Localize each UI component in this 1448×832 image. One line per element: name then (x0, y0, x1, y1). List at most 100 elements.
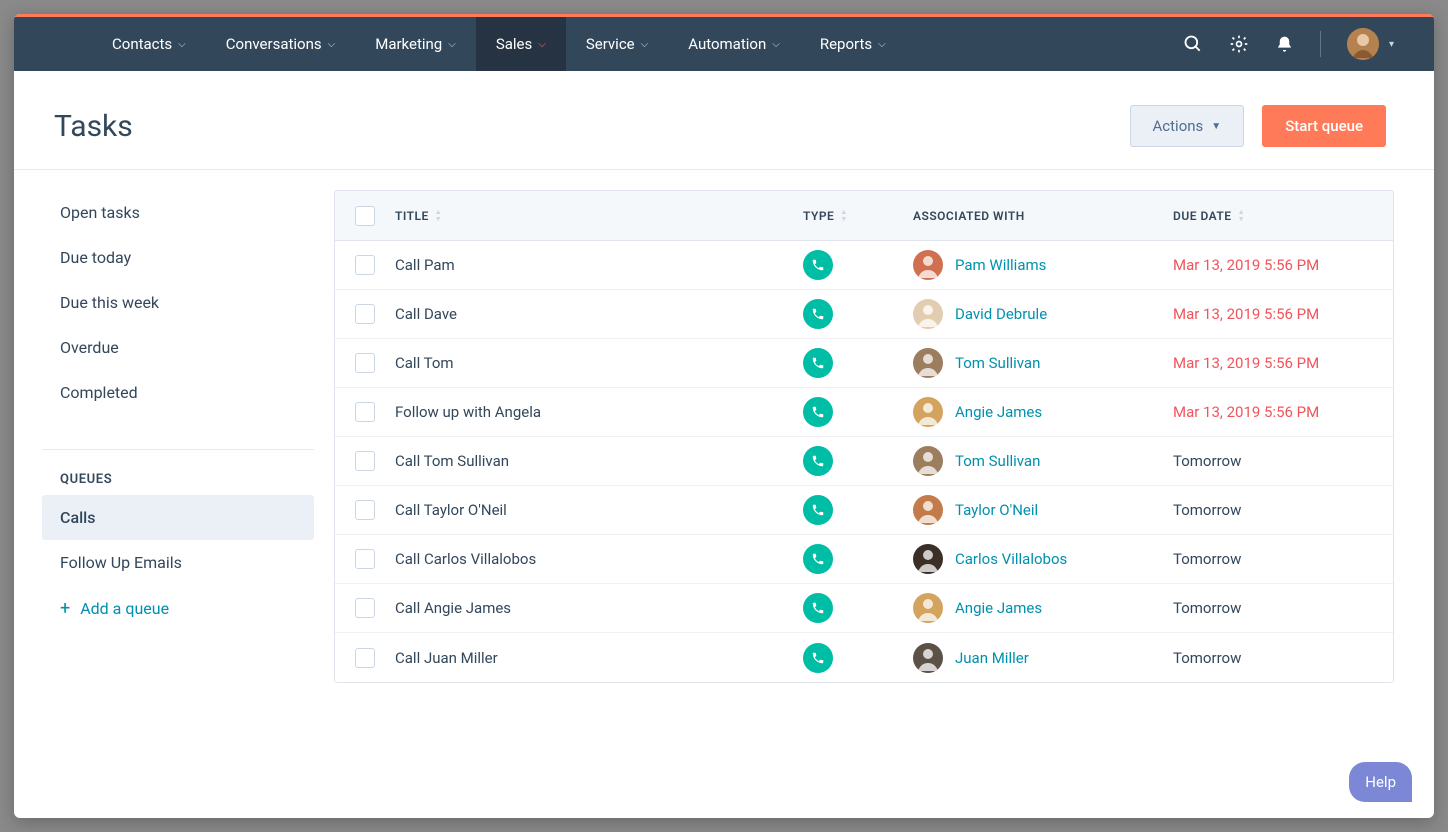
body: Open tasksDue todayDue this weekOverdueC… (14, 170, 1434, 683)
user-menu[interactable]: ▾ (1347, 28, 1394, 60)
caret-down-icon: ▼ (1211, 121, 1221, 132)
task-title[interactable]: Call Angie James (395, 599, 511, 617)
sidebar-queue[interactable]: Follow Up Emails (42, 540, 314, 585)
gear-icon[interactable] (1229, 34, 1249, 54)
chevron-down-icon: ⌵ (772, 39, 780, 50)
contact-link[interactable]: Tom Sullivan (955, 354, 1040, 372)
task-title[interactable]: Follow up with Angela (395, 403, 541, 421)
nav-item-reports[interactable]: Reports⌵ (800, 17, 906, 71)
start-queue-button[interactable]: Start queue (1262, 105, 1386, 147)
row-checkbox[interactable] (355, 402, 375, 422)
phone-icon (803, 593, 833, 623)
nav-label: Automation (688, 35, 766, 53)
table-row: Follow up with Angela Angie James Mar 13… (335, 388, 1393, 437)
phone-icon (803, 544, 833, 574)
table-row: Call Angie James Angie James Tomorrow (335, 584, 1393, 633)
task-title[interactable]: Call Taylor O'Neil (395, 501, 507, 519)
row-checkbox[interactable] (355, 500, 375, 520)
logo[interactable] (14, 32, 74, 56)
due-date: Mar 13, 2019 5:56 PM (1173, 403, 1319, 421)
contact-avatar (913, 397, 943, 427)
contact-avatar (913, 593, 943, 623)
table-head: TITLE ▲▼ TYPE ▲▼ ASSOCIATED WITH DUE DAT… (335, 191, 1393, 241)
row-checkbox[interactable] (355, 255, 375, 275)
due-date: Mar 13, 2019 5:56 PM (1173, 256, 1319, 274)
task-title[interactable]: Call Tom Sullivan (395, 452, 509, 470)
chevron-down-icon: ⌵ (641, 39, 649, 50)
phone-icon (803, 643, 833, 673)
phone-icon (803, 446, 833, 476)
nav-item-service[interactable]: Service⌵ (566, 17, 668, 71)
sidebar-filter[interactable]: Completed (42, 370, 314, 415)
nav-label: Conversations (226, 35, 322, 53)
bell-icon[interactable] (1275, 35, 1294, 54)
contact-link[interactable]: Tom Sullivan (955, 452, 1040, 470)
chevron-down-icon: ⌵ (178, 39, 186, 50)
help-button[interactable]: Help (1349, 762, 1412, 802)
contact-link[interactable]: Pam Williams (955, 256, 1046, 274)
due-date: Tomorrow (1173, 649, 1241, 667)
row-checkbox[interactable] (355, 549, 375, 569)
phone-icon (803, 299, 833, 329)
due-date: Tomorrow (1173, 452, 1241, 470)
nav-item-automation[interactable]: Automation ⌵ (668, 17, 800, 71)
contact-link[interactable]: Taylor O'Neil (955, 501, 1038, 519)
nav-item-conversations[interactable]: Conversations⌵ (206, 17, 355, 71)
task-title[interactable]: Call Juan Miller (395, 649, 498, 667)
table-row: Call Tom Sullivan Tom Sullivan Tomorrow (335, 437, 1393, 486)
sidebar-filter[interactable]: Due this week (42, 280, 314, 325)
table-row: Call Juan Miller Juan Miller Tomorrow (335, 633, 1393, 682)
top-nav: Contacts⌵Conversations⌵Marketing⌵Sales⌵S… (14, 17, 1434, 71)
header-actions: Actions ▼ Start queue (1130, 105, 1387, 147)
phone-icon (803, 250, 833, 280)
column-due[interactable]: DUE DATE ▲▼ (1173, 209, 1393, 223)
help-label: Help (1365, 773, 1396, 791)
sidebar: Open tasksDue todayDue this weekOverdueC… (42, 190, 314, 683)
contact-avatar (913, 446, 943, 476)
start-queue-label: Start queue (1285, 117, 1363, 135)
page-header: Tasks Actions ▼ Start queue (14, 71, 1434, 170)
contact-link[interactable]: Angie James (955, 403, 1042, 421)
task-title[interactable]: Call Pam (395, 256, 455, 274)
contact-link[interactable]: Angie James (955, 599, 1042, 617)
nav-item-marketing[interactable]: Marketing⌵ (355, 17, 476, 71)
nav-label: Contacts (112, 35, 172, 53)
search-icon[interactable] (1183, 34, 1203, 54)
sidebar-filter[interactable]: Due today (42, 235, 314, 280)
column-associated[interactable]: ASSOCIATED WITH (913, 209, 1173, 223)
sidebar-divider (42, 449, 314, 450)
contact-avatar (913, 250, 943, 280)
task-title[interactable]: Call Carlos Villalobos (395, 550, 536, 568)
avatar (1347, 28, 1379, 60)
row-checkbox[interactable] (355, 353, 375, 373)
nav-label: Sales (496, 35, 532, 53)
contact-avatar (913, 348, 943, 378)
contact-link[interactable]: David Debrule (955, 305, 1047, 323)
table-row: Call Taylor O'Neil Taylor O'Neil Tomorro… (335, 486, 1393, 535)
column-title[interactable]: TITLE ▲▼ (395, 209, 803, 223)
add-queue-button[interactable]: + Add a queue (42, 585, 314, 632)
task-table: TITLE ▲▼ TYPE ▲▼ ASSOCIATED WITH DUE DAT… (334, 190, 1394, 683)
row-checkbox[interactable] (355, 451, 375, 471)
contact-link[interactable]: Juan Miller (955, 649, 1029, 667)
nav-item-contacts[interactable]: Contacts ⌵ (92, 17, 206, 71)
due-date: Tomorrow (1173, 501, 1241, 519)
actions-button[interactable]: Actions ▼ (1130, 105, 1245, 147)
task-title[interactable]: Call Dave (395, 305, 457, 323)
nav-right: ▾ (1183, 17, 1434, 71)
table-row: Call Carlos Villalobos Carlos Villalobos… (335, 535, 1393, 584)
chevron-down-icon: ⌵ (448, 39, 456, 50)
sidebar-filter[interactable]: Open tasks (42, 190, 314, 235)
nav-item-sales[interactable]: Sales⌵ (476, 17, 566, 71)
task-title[interactable]: Call Tom (395, 354, 454, 372)
contact-avatar (913, 495, 943, 525)
sidebar-queue[interactable]: Calls (42, 495, 314, 540)
contact-avatar (913, 544, 943, 574)
column-type[interactable]: TYPE ▲▼ (803, 209, 913, 223)
contact-link[interactable]: Carlos Villalobos (955, 550, 1067, 568)
sidebar-filter[interactable]: Overdue (42, 325, 314, 370)
row-checkbox[interactable] (355, 304, 375, 324)
row-checkbox[interactable] (355, 598, 375, 618)
row-checkbox[interactable] (355, 648, 375, 668)
select-all-checkbox[interactable] (355, 206, 375, 226)
